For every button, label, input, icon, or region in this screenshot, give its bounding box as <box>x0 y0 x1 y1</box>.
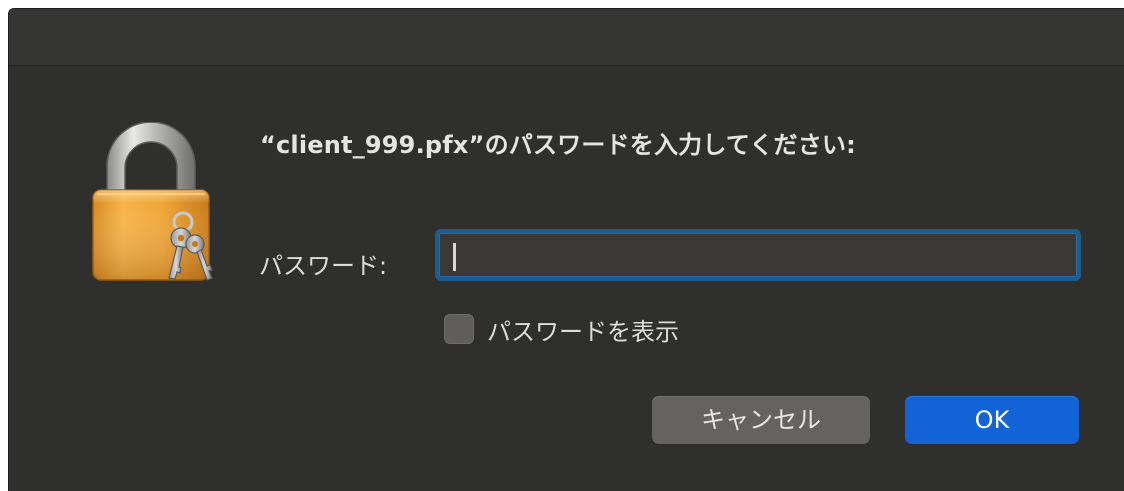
password-field[interactable] <box>435 229 1081 281</box>
password-dialog: “client_999.pfx”のパスワードを入力してください: パスワード: … <box>8 8 1124 491</box>
cancel-button[interactable]: キャンセル <box>652 396 870 444</box>
dialog-prompt: “client_999.pfx”のパスワードを入力してください: <box>260 131 856 159</box>
password-label: パスワード: <box>259 252 388 280</box>
show-password-checkbox[interactable] <box>444 314 474 344</box>
text-caret <box>453 243 456 271</box>
ok-button[interactable]: OK <box>905 396 1079 444</box>
show-password-label[interactable]: パスワードを表示 <box>487 312 679 347</box>
dialog-titlebar <box>9 9 1124 66</box>
keychain-lock-icon <box>92 122 213 281</box>
